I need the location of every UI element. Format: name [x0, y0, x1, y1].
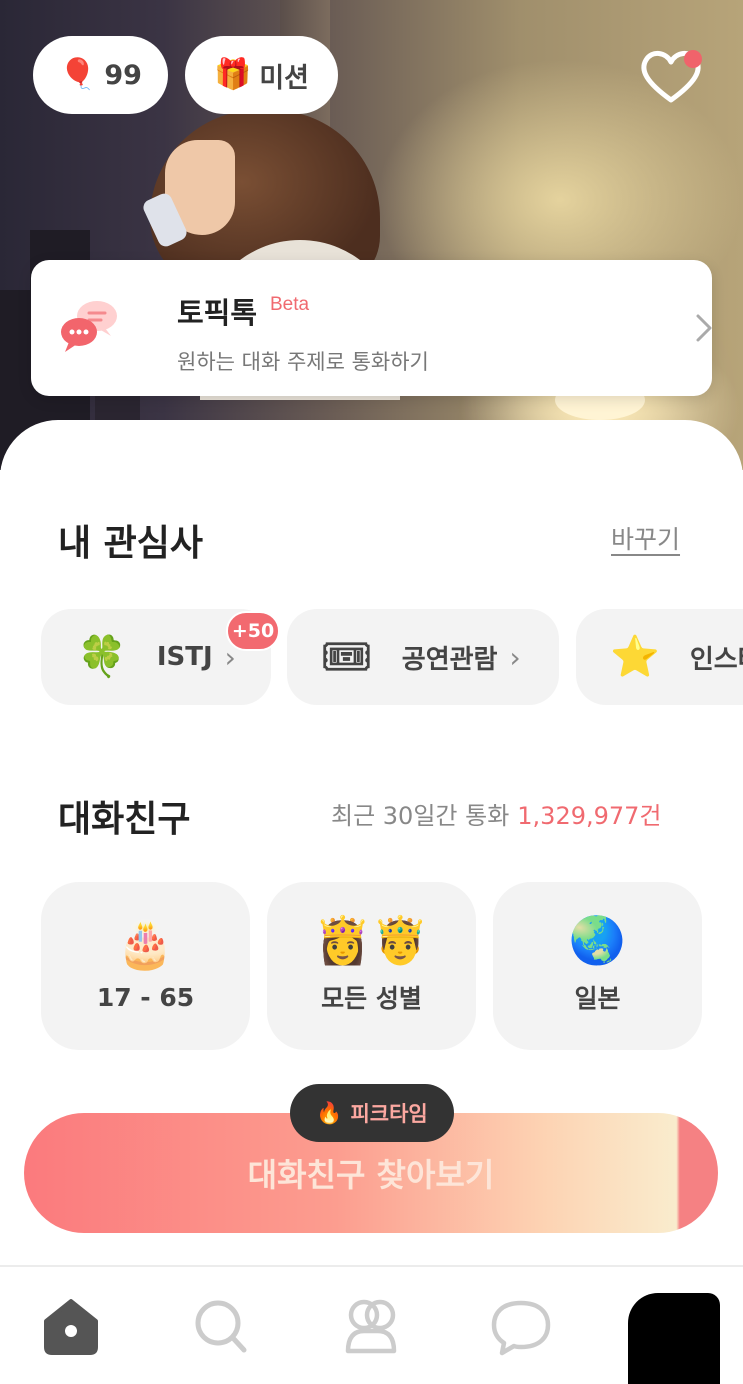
- chip-label: 인스타: [689, 644, 743, 675]
- friends-title: 대화친구: [58, 799, 191, 840]
- chip-label: 공연관람: [401, 644, 498, 675]
- interests-title: 내 관심사: [58, 523, 204, 564]
- princess-prince-icon: 👸🤴: [314, 913, 429, 967]
- mission-button[interactable]: 🎁 미션: [185, 36, 338, 114]
- search-icon[interactable]: [186, 1295, 256, 1357]
- fire-icon: 🔥: [316, 1100, 343, 1125]
- country-label: 일본: [574, 984, 621, 1013]
- balloon-count: 99: [104, 59, 142, 91]
- mission-label: 미션: [259, 62, 310, 94]
- topic-title: 토픽톡: [177, 296, 258, 330]
- friends-icon[interactable]: [336, 1295, 406, 1357]
- peak-time-badge: 🔥 피크타임: [290, 1084, 454, 1142]
- call-stats: 최근 30일간 통화 1,329,977건: [331, 796, 662, 831]
- star-icon: ⭐: [610, 634, 660, 680]
- balloon-icon: 🎈: [59, 57, 97, 92]
- profile-icon[interactable]: [628, 1293, 720, 1384]
- chip-label: ISTJ: [156, 642, 213, 672]
- clover-icon: 🍀: [77, 634, 127, 680]
- home-icon[interactable]: [36, 1295, 106, 1357]
- interest-chip-instagram[interactable]: ⭐ 인스타: [576, 609, 743, 705]
- age-range-label: 17 - 65: [96, 982, 195, 1012]
- bottom-navigation: [0, 1265, 743, 1384]
- points-badge: +50: [226, 611, 280, 651]
- country-filter-card[interactable]: 🌏 일본: [493, 882, 702, 1050]
- gender-filter-card[interactable]: 👸🤴 모든 성별: [267, 882, 476, 1050]
- peak-time-label: 피크타임: [350, 1102, 428, 1126]
- interest-chip-performance[interactable]: 🎟 공연관람 ›: [287, 609, 559, 705]
- topic-subtitle: 원하는 대화 주제로 통화하기: [177, 350, 429, 374]
- cake-icon: 🎂: [116, 916, 175, 971]
- ticket-icon: 🎟: [321, 634, 372, 680]
- stats-count: 1,329,977건: [517, 802, 662, 830]
- change-interests-link[interactable]: 바꾸기: [611, 520, 680, 556]
- chat-icon[interactable]: [486, 1295, 556, 1357]
- chevron-right-icon: ›: [509, 640, 521, 674]
- balloon-count-button[interactable]: 🎈 99: [33, 36, 168, 114]
- chevron-right-icon: [696, 314, 712, 342]
- notification-dot: [684, 50, 702, 68]
- age-filter-card[interactable]: 🎂 17 - 65: [41, 882, 250, 1050]
- stats-prefix: 최근 30일간 통화: [331, 802, 510, 830]
- gender-label: 모든 성별: [321, 984, 422, 1013]
- topic-talk-card[interactable]: 토픽톡 Beta 원하는 대화 주제로 통화하기: [31, 260, 712, 396]
- beta-badge: Beta: [270, 294, 310, 315]
- chat-bubbles-icon: [61, 301, 117, 352]
- gift-icon: 🎁: [213, 57, 252, 92]
- globe-icon: 🌏: [568, 913, 627, 967]
